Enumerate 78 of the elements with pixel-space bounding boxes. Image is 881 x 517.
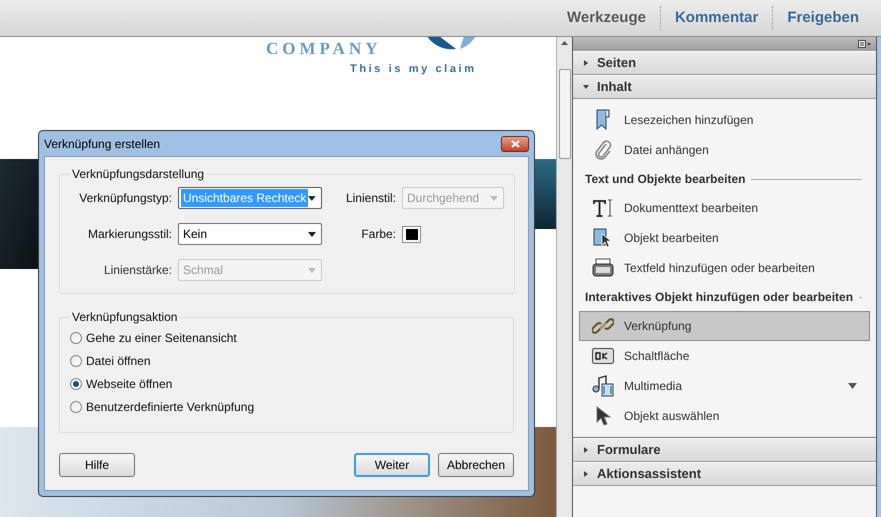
panel-item[interactable]: Multimedia	[579, 371, 870, 401]
media-icon	[592, 375, 614, 397]
group-title: Verknüpfungsaktion	[71, 309, 178, 326]
panel-item-label: Objekt bearbeiten	[624, 230, 719, 247]
radio-button[interactable]	[70, 332, 82, 344]
panel-item-label: Textfeld hinzufügen oder bearbeiten	[624, 260, 815, 277]
group-heading: Interaktives Objekt hinzufügen oder bearbeiten	[585, 289, 854, 306]
panel-item-label: Multimedia	[624, 378, 682, 395]
panel-item[interactable]: Dokumenttext bearbeiten	[579, 193, 870, 223]
object-edit-icon	[593, 228, 613, 248]
color-swatch[interactable]	[402, 226, 421, 242]
radio-label: Gehe zu einer Seitenansicht	[86, 330, 237, 346]
bookmark-icon	[595, 109, 611, 131]
panel-item[interactable]: Lesezeichen hinzufügen	[579, 105, 870, 135]
ok-button-icon	[592, 348, 614, 364]
paperclip-icon	[594, 139, 612, 161]
panel-item[interactable]: Schaltfläche	[579, 341, 870, 371]
dialog-button[interactable]: Abbrechen	[438, 453, 514, 477]
toolbar-tab[interactable]: Werkzeuge	[553, 6, 660, 30]
section-title: Seiten	[597, 54, 636, 72]
field-label: Markierungsstil:	[86, 226, 172, 243]
field-label: Farbe:	[360, 226, 396, 243]
pointer-icon	[595, 406, 611, 426]
panel-section-header[interactable]: Formulare	[573, 438, 876, 462]
dropdown-arrow-icon	[308, 268, 316, 272]
panel-item[interactable]: Verknüpfung	[579, 311, 870, 341]
panel-item-label: Lesezeichen hinzufügen	[624, 112, 754, 129]
dialog-button[interactable]: Weiter	[354, 453, 430, 477]
radio-label: Datei öffnen	[86, 352, 150, 370]
panel-item[interactable]: Objekt auswählen	[579, 401, 870, 431]
close-button[interactable]	[501, 136, 529, 152]
panel-section-header[interactable]: Aktionsassistent	[573, 462, 876, 486]
panel-item[interactable]: Objekt bearbeiten	[579, 223, 870, 253]
scroll-up-icon[interactable]	[561, 41, 568, 45]
panel-item-label: Dokumenttext bearbeiten	[624, 200, 758, 217]
dialog-button[interactable]: Hilfe	[59, 453, 135, 477]
panel-item-label: Schaltfläche	[624, 348, 690, 365]
field-label: Linienstärke:	[102, 262, 172, 279]
photo-placeholder	[534, 159, 556, 229]
typewriter-icon	[592, 258, 614, 278]
group-title: Verknüpfungsdarstellung	[71, 166, 206, 183]
close-icon	[510, 140, 520, 148]
section-title: Aktionsassistent	[597, 465, 702, 484]
panel-item-label: Objekt auswählen	[624, 408, 720, 425]
company-name: COMPANY	[266, 38, 382, 60]
dropdown-arrow-icon	[308, 196, 316, 200]
chain-link-icon	[592, 315, 614, 337]
field-label: Linienstil:	[344, 190, 396, 207]
panel-item-label: Datei anhängen	[624, 142, 709, 159]
scroll-thumb[interactable]	[558, 69, 570, 159]
group-heading: Text und Objekte bearbeiten	[585, 171, 746, 188]
caret-right-icon	[583, 60, 589, 66]
toolbar-tab[interactable]: Kommentar	[660, 6, 772, 30]
field-label: Verknüpfungstyp:	[78, 190, 172, 207]
caret-down-icon	[583, 84, 589, 90]
radio-label: Benutzerdefinierte Verknüpfung	[86, 398, 254, 416]
panel-item-label: Verknüpfung	[624, 318, 692, 335]
toolbar-tab[interactable]: Freigeben	[773, 6, 873, 30]
panel-section-header[interactable]: Seiten	[573, 51, 876, 75]
panel-item[interactable]: Datei anhängen	[579, 135, 870, 165]
radio-label: Webseite öffnen	[86, 376, 172, 392]
dropdown-arrow-icon	[490, 196, 498, 200]
caret-right-icon	[583, 471, 589, 477]
dropdown-arrow-icon	[308, 232, 316, 236]
panel-item[interactable]: Textfeld hinzufügen oder bearbeiten	[579, 253, 870, 283]
dialog-title: Verknüpfung erstellen	[44, 136, 160, 152]
caret-right-icon	[583, 447, 589, 453]
radio-button[interactable]	[70, 400, 82, 412]
caret-icon[interactable]	[848, 383, 857, 389]
radio-button[interactable]	[70, 354, 82, 366]
dropdown[interactable]: Kein	[178, 223, 322, 245]
text-cursor-icon	[592, 198, 614, 218]
panel-section-header[interactable]: Inhalt	[573, 75, 876, 99]
options-menu-icon[interactable]	[858, 40, 872, 48]
section-title: Inhalt	[597, 78, 632, 96]
section-title: Formulare	[597, 441, 661, 460]
company-claim: This is my claim	[350, 62, 477, 77]
radio-button[interactable]	[70, 378, 82, 390]
